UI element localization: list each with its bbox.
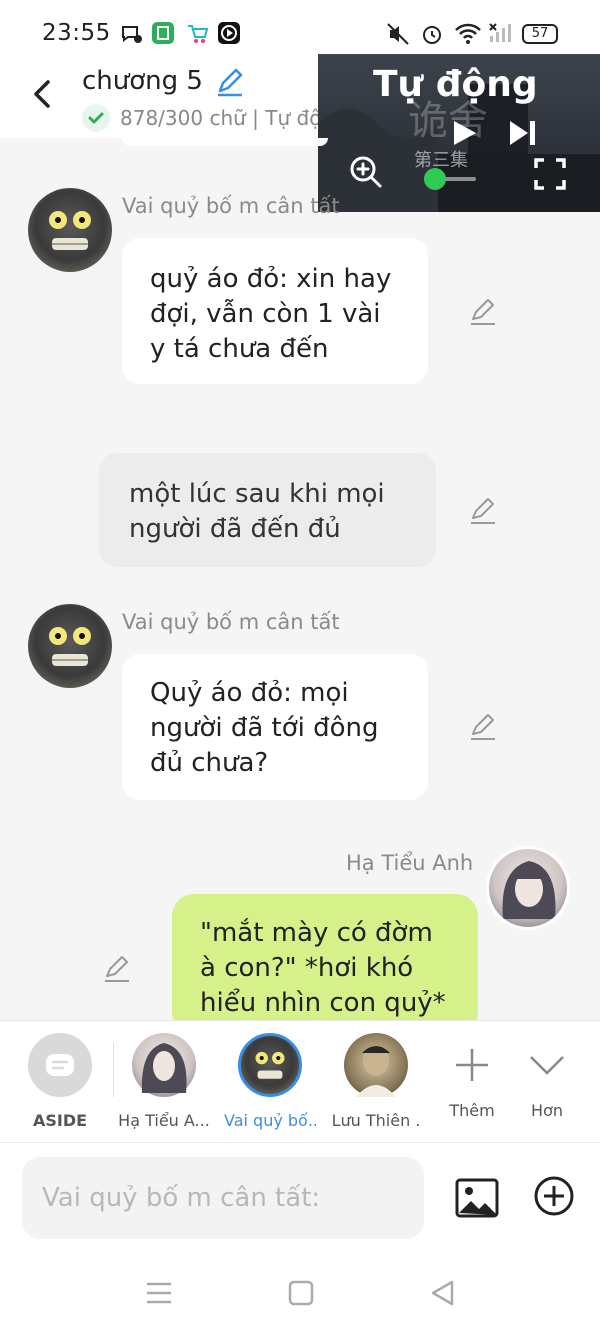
sender-name: Vai quỷ bố m cân tất: [122, 610, 340, 634]
status-bar: 23:55 57: [0, 0, 600, 62]
character-vai-quy[interactable]: Vai quỷ bố...: [224, 1033, 316, 1130]
message-line: hiểu nhìn con quỷ*: [200, 988, 446, 1018]
alarm-icon: [420, 22, 442, 44]
message-line: đủ chưa?: [150, 748, 269, 778]
add-circle-icon[interactable]: [533, 1175, 575, 1217]
narration-bubble[interactable]: một lúc sau khi mọi người đã đến đủ: [99, 453, 436, 567]
character-luu-thien[interactable]: Lưu Thiên .: [330, 1033, 422, 1130]
message-line: "mắt mày có đờm: [200, 918, 433, 948]
message-line: quỷ áo đỏ: xin hay: [150, 264, 392, 294]
home-icon[interactable]: [286, 1278, 316, 1308]
message-bubble[interactable]: quỷ áo đỏ: xin hay đợi, vẫn còn 1 vài y …: [122, 238, 428, 384]
message-line: người đã đến đủ: [129, 514, 341, 544]
message-bubble[interactable]: Quỷ áo đỏ: mọi người đã tới đông đủ chưa…: [122, 654, 428, 800]
char-label: Lưu Thiên .: [331, 1111, 421, 1130]
mute-vibrate-icon: [384, 22, 409, 45]
char-label: Vai quỷ bố...: [224, 1111, 316, 1130]
character-aside[interactable]: ASIDE: [14, 1033, 106, 1130]
sender-name: Vai quỷ bố m cân tất: [122, 194, 340, 218]
skip-next-icon[interactable]: [506, 118, 538, 148]
progress-thumb[interactable]: [424, 168, 446, 190]
message-input[interactable]: Vai quỷ bố m cân tất:: [22, 1157, 424, 1239]
self-message-bubble[interactable]: "mắt mày có đờm à con?" *hơi khó hiểu nh…: [172, 894, 478, 1034]
avatar-girl: [132, 1033, 196, 1097]
floating-video-player[interactable]: 诡舍 第三集 Tự động: [318, 54, 600, 212]
word-count: 878/300 chữ | Tự độ: [120, 106, 322, 130]
wifi-icon: [454, 22, 481, 44]
image-icon[interactable]: [454, 1175, 500, 1221]
chat-bubble-icon: [120, 22, 142, 44]
message-line: một lúc sau khi mọi: [129, 479, 385, 509]
sender-name: Hạ Tiểu Anh: [346, 851, 474, 875]
check-circle-icon: [82, 104, 110, 132]
avatar-monster[interactable]: [28, 188, 112, 272]
fullscreen-icon[interactable]: [534, 158, 566, 190]
auto-mode-label[interactable]: Tự động: [373, 64, 538, 105]
input-area: Vai quỷ bố m cân tất:: [0, 1142, 600, 1252]
plus-icon: [440, 1033, 504, 1097]
pencil-icon[interactable]: [468, 712, 498, 742]
avatar-monster: [238, 1033, 302, 1097]
pencil-icon[interactable]: [468, 297, 498, 327]
play-box-icon: [218, 22, 240, 44]
pencil-icon[interactable]: [102, 954, 132, 984]
battery-indicator: 57: [522, 24, 558, 44]
message-line: Quỷ áo đỏ: mọi: [150, 678, 349, 708]
char-label: ASIDE: [32, 1111, 88, 1130]
char-label: Hạ Tiểu A...: [118, 1111, 210, 1130]
system-nav-bar: [0, 1252, 600, 1333]
chapter-title: chương 5: [82, 66, 203, 96]
signal-icon: [488, 22, 511, 44]
play-icon[interactable]: [450, 118, 478, 148]
divider: [113, 1043, 114, 1097]
character-ha-tieu-anh[interactable]: Hạ Tiểu A...: [118, 1033, 210, 1130]
pencil-icon[interactable]: [468, 496, 498, 526]
message-line: đợi, vẫn còn 1 vài: [150, 299, 381, 329]
status-time: 23:55: [42, 20, 111, 46]
previous-bubble-edge: [122, 138, 328, 146]
avatar-girl[interactable]: [486, 846, 570, 930]
message-line: y tá chưa đến: [150, 334, 329, 364]
avatar-man: [344, 1033, 408, 1097]
edit-title-icon[interactable]: [214, 66, 246, 98]
character-selector-bar: ASIDE Hạ Tiểu A... Vai quỷ bố... Lưu Thi…: [0, 1020, 600, 1142]
shopping-cart-icon: [186, 22, 209, 44]
message-line: à con?" *hơi khó: [200, 953, 414, 983]
char-label: Hơn: [531, 1101, 563, 1120]
back-nav-icon[interactable]: [428, 1278, 458, 1308]
video-progress-slider[interactable]: [424, 168, 476, 190]
zoom-in-icon[interactable]: [348, 154, 384, 190]
chevron-down-icon: [515, 1033, 579, 1097]
expand-button[interactable]: Hơn: [501, 1033, 593, 1120]
aside-icon: [28, 1033, 92, 1097]
avatar-monster[interactable]: [28, 604, 112, 688]
app-green-icon: [152, 22, 174, 44]
back-button[interactable]: [24, 74, 64, 114]
message-line: người đã tới đông: [150, 713, 379, 743]
menu-icon[interactable]: [144, 1278, 174, 1308]
